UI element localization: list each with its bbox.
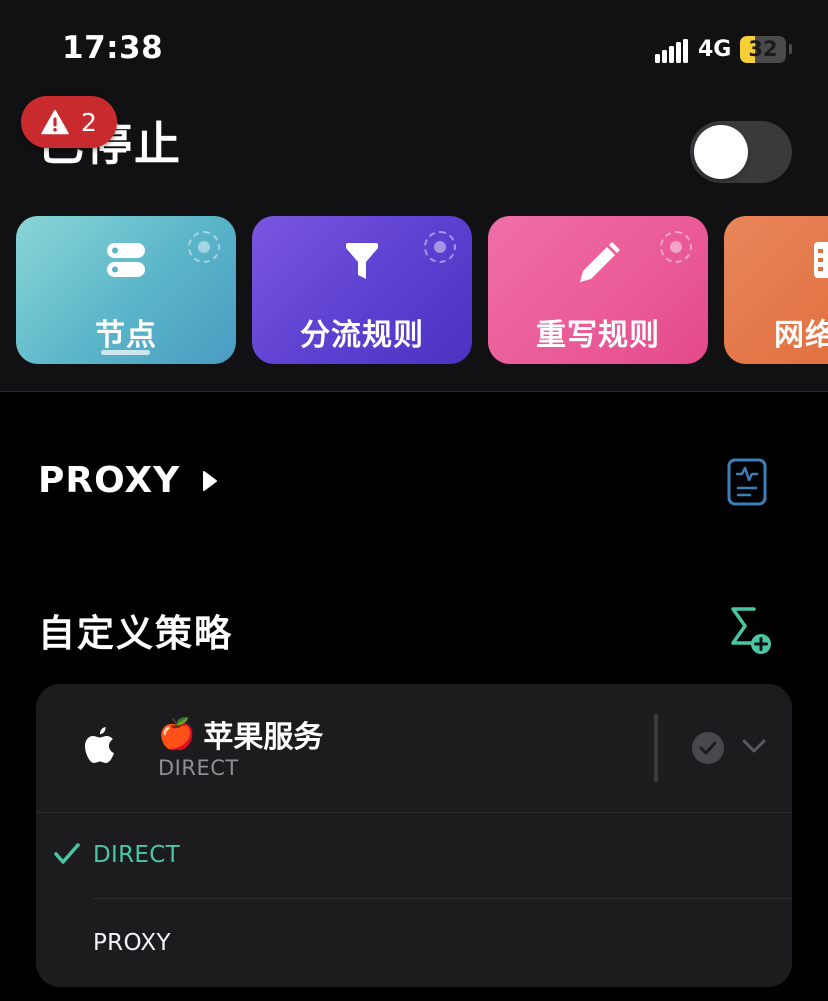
divider [36, 812, 792, 813]
tile-nodes[interactable]: 节点 [16, 216, 236, 364]
group-name-text: 苹果服务 [203, 720, 324, 755]
signal-strength-icon [655, 39, 689, 63]
tile-label: 网络 [774, 318, 828, 353]
funnel-icon [346, 243, 378, 279]
tile-label: 节点 [95, 318, 157, 353]
network-type: 4G [698, 37, 732, 62]
option-proxy[interactable]: PROXY [93, 930, 171, 956]
tile-label: 重写规则 [536, 318, 660, 353]
section-title: 自定义策略 [38, 612, 233, 655]
battery-icon: 32 [740, 36, 786, 63]
apple-emoji-icon: 🍎 [158, 716, 196, 752]
sigma-add-icon[interactable] [728, 606, 774, 656]
proxy-selector[interactable]: PROXY [38, 460, 218, 501]
group-name: 🍎 苹果服务 [158, 712, 323, 756]
selected-check-icon [54, 843, 80, 864]
tile-network[interactable]: 网络 [724, 216, 828, 364]
pencil-icon [580, 242, 620, 282]
monitor-icon[interactable] [727, 458, 767, 506]
vpn-toggle[interactable] [690, 121, 792, 183]
divider [92, 898, 792, 899]
option-direct[interactable]: DIRECT [93, 842, 180, 868]
warning-icon [41, 109, 69, 135]
list-icon [814, 242, 828, 278]
tile-routing-rules[interactable]: 分流规则 [252, 216, 472, 364]
apple-logo-icon [85, 727, 114, 763]
tile-label: 分流规则 [300, 318, 424, 353]
chevron-down-icon[interactable] [742, 738, 766, 754]
current-policy: DIRECT [158, 756, 239, 780]
alert-badge[interactable]: 2 [21, 96, 117, 148]
checkmark-icon [699, 741, 717, 755]
status-time: 17:38 [62, 30, 164, 66]
proxy-label: PROXY [38, 460, 181, 501]
battery-tip [789, 44, 792, 54]
toggle-knob [694, 125, 748, 179]
latency-check-button[interactable] [692, 732, 724, 764]
tile-rewrite-rules[interactable]: 重写规则 [488, 216, 708, 364]
server-icon [107, 243, 145, 277]
alert-count: 2 [81, 107, 97, 137]
policy-group-card[interactable]: 🍎 苹果服务 DIRECT DIRECT PROXY [36, 684, 792, 987]
battery-level: 32 [748, 37, 778, 61]
active-tile-indicator [101, 350, 150, 355]
top-panel: 17:38 4G 32 已停止 2 节点 分流规则 重写规则 网络 [0, 0, 828, 392]
play-icon [203, 470, 218, 491]
divider [654, 714, 658, 782]
